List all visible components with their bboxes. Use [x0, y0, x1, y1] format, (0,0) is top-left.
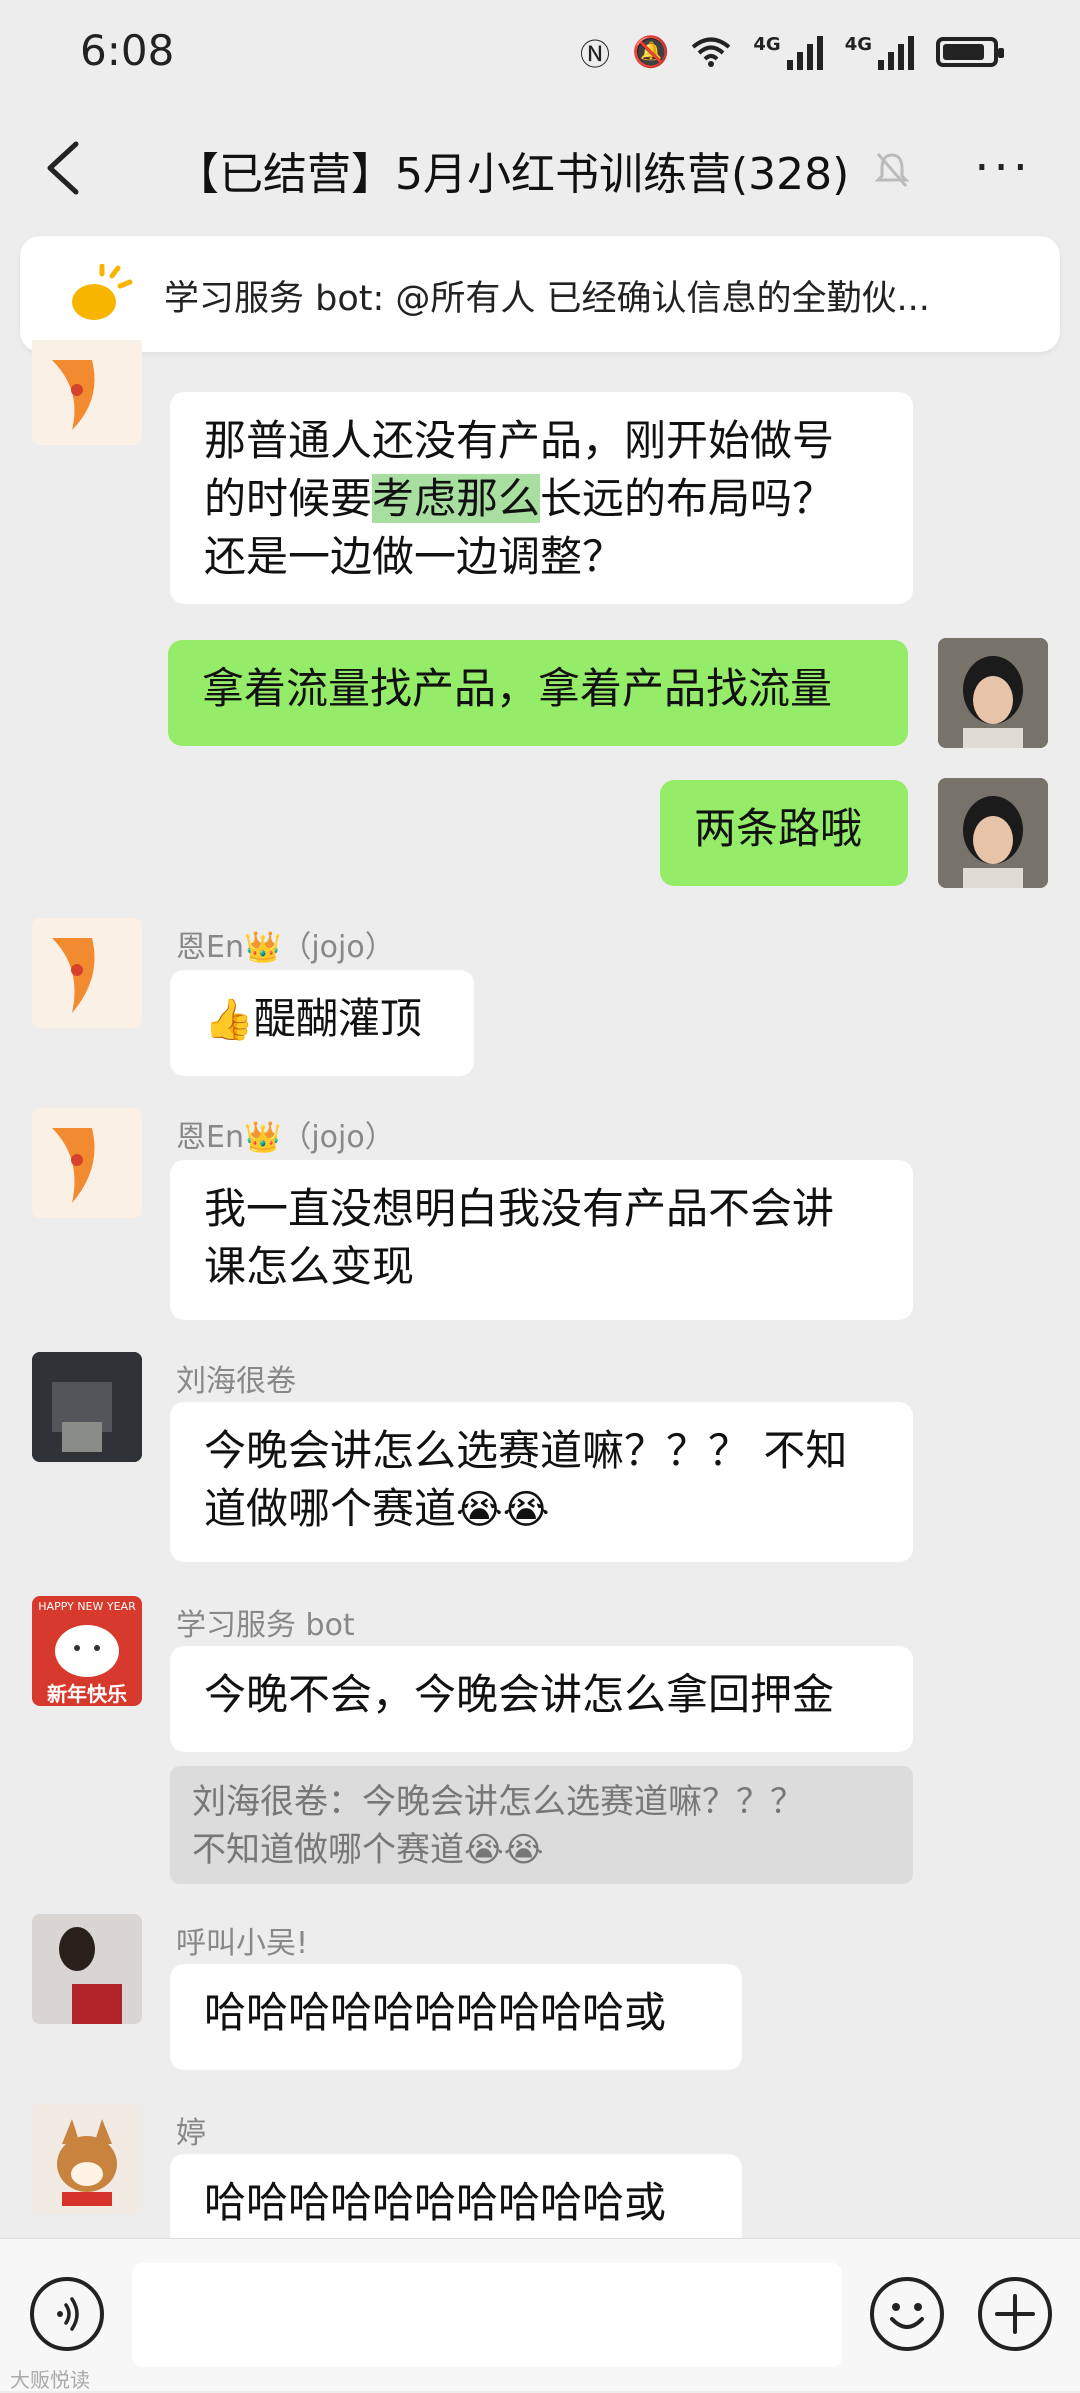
koi-fish-icon	[52, 938, 95, 1013]
thumbs-up-icon: 👍	[204, 997, 254, 1043]
quote-text-part: 不知道做哪个赛道	[192, 1830, 464, 1870]
avatar-bot[interactable]: HAPPY NEW YEAR 新年快乐	[32, 1596, 142, 1706]
network-type-1: 4G	[753, 34, 781, 55]
mute-bell-icon	[874, 153, 910, 187]
avatar-xiaowu[interactable]	[32, 1914, 142, 2024]
crying-laughing-icon: 😭😭	[456, 1487, 550, 1533]
signal-icon-1: 4G	[753, 34, 823, 70]
highlighted-text: 考虑那么	[372, 474, 541, 523]
quoted-message[interactable]: 刘海很卷：今晚会讲怎么选赛道嘛？？？ 不知道做哪个赛道😭😭	[170, 1766, 913, 1884]
photo-avatar-icon	[32, 1914, 142, 2024]
photo-avatar-icon	[32, 1352, 142, 1462]
sender-name: 刘海很卷	[176, 1364, 296, 1399]
watermark: 大贩悦读	[10, 2368, 90, 2392]
emoji-button[interactable]	[870, 2277, 944, 2351]
message-text-line: 道做哪个赛道😭😭	[204, 1480, 879, 1539]
my-avatar[interactable]	[938, 778, 1048, 888]
sender-name: 学习服务 bot	[176, 1608, 355, 1643]
message-bubble[interactable]: 那普通人还没有产品，刚开始做号 的时候要考虑那么长远的布局吗？ 还是一边做一边调…	[170, 392, 913, 604]
quote-text-line: 不知道做哪个赛道😭😭	[192, 1826, 891, 1874]
sender-name: 恩En👑（jojo）	[176, 930, 395, 965]
message-bubble[interactable]: 今晚会讲怎么选赛道嘛？？？ 不知 道做哪个赛道😭😭	[170, 1402, 913, 1562]
portrait-icon	[938, 638, 1048, 748]
more-functions-button[interactable]	[978, 2277, 1052, 2351]
message-text: 哈哈哈哈哈哈哈哈哈哈或	[204, 1988, 667, 2037]
battery-icon	[936, 37, 1004, 67]
smiley-icon	[890, 2303, 924, 2329]
koi-fish-icon	[52, 1128, 95, 1203]
voice-icon	[57, 2297, 79, 2331]
my-message-bubble[interactable]: 两条路哦	[660, 780, 908, 886]
message-text-line: 课怎么变现	[204, 1242, 415, 1291]
sender-name: 呼叫小吴!	[176, 1926, 309, 1961]
announcement-sun-icon	[72, 264, 133, 320]
status-time: 6:08	[80, 26, 175, 75]
announcement-text: 学习服务 bot: @所有人 已经确认信息的全勤伙...	[164, 279, 930, 319]
avatar-liuhai[interactable]	[32, 1352, 142, 1462]
network-type-2: 4G	[844, 34, 872, 55]
more-options-button[interactable]: ···	[974, 140, 1032, 196]
sender-name: 恩En👑（jojo）	[176, 1120, 395, 1155]
message-text: 两条路哦	[694, 804, 863, 853]
my-message-bubble[interactable]: 拿着流量找产品，拿着产品找流量	[168, 640, 908, 746]
signal-icon-2: 4G	[845, 34, 914, 70]
message-input[interactable]	[132, 2263, 842, 2367]
message-text-part: 长远的布局吗？	[540, 474, 835, 523]
message-text: 哈哈哈哈哈哈哈哈哈哈或	[204, 2178, 667, 2227]
crying-laughing-icon: 😭😭	[464, 1830, 544, 1870]
battery-fill	[943, 44, 984, 60]
back-arrow-icon[interactable]	[42, 140, 86, 196]
message-text-part: 道做哪个赛道	[204, 1484, 457, 1533]
message-text-line: 我一直没想明白我没有产品不会讲	[204, 1184, 835, 1233]
message-text-part: 的时候要	[204, 474, 373, 523]
avatar-ting[interactable]	[32, 2104, 142, 2214]
message-text-line: 那普通人还没有产品，刚开始做号	[204, 416, 835, 465]
status-bar: 6:08 Ⓝ 🔕 4G 4G	[0, 0, 1080, 110]
status-icons: Ⓝ 🔕 4G 4G	[580, 30, 1004, 74]
group-announcement[interactable]: 学习服务 bot: @所有人 已经确认信息的全勤伙...	[20, 236, 1060, 352]
message-bubble[interactable]: 👍醍醐灌顶	[170, 970, 474, 1076]
chat-header: 【已结营】5月小红书训练营(328) ···	[0, 110, 1080, 228]
new-year-text: 新年快乐	[47, 1682, 127, 1706]
sender-name: 婷	[176, 2116, 206, 2151]
koi-fish-icon	[52, 360, 95, 430]
message-text: 拿着流量找产品，拿着产品找流量	[202, 664, 833, 713]
avatar-en[interactable]	[32, 918, 142, 1028]
message-text: 今晚不会，今晚会讲怎么拿回押金	[204, 1670, 835, 1719]
message-text-line: 的时候要考虑那么长远的布局吗？	[204, 470, 879, 528]
quote-text-line: 刘海很卷：今晚会讲怎么选赛道嘛？？？	[192, 1782, 804, 1822]
input-bar	[0, 2238, 1080, 2391]
my-avatar[interactable]	[938, 638, 1048, 748]
message-text-line: 今晚会讲怎么选赛道嘛？？？ 不知	[204, 1426, 848, 1475]
avatar-en[interactable]	[32, 340, 142, 445]
message-bubble[interactable]: 哈哈哈哈哈哈哈哈哈哈或	[170, 1964, 742, 2070]
message-text-line: 还是一边做一边调整？	[204, 532, 625, 581]
voice-input-button[interactable]	[30, 2277, 104, 2351]
bell-off-icon: 🔕	[632, 34, 670, 70]
shiba-plush-icon	[32, 2104, 142, 2214]
plus-icon	[995, 2294, 1035, 2334]
message-bubble[interactable]: 今晚不会，今晚会讲怎么拿回押金	[170, 1646, 913, 1752]
message-bubble[interactable]: 我一直没想明白我没有产品不会讲 课怎么变现	[170, 1160, 913, 1320]
message-text: 醍醐灌顶	[253, 994, 422, 1043]
wifi-icon	[692, 37, 731, 67]
portrait-icon	[938, 778, 1048, 888]
avatar-en[interactable]	[32, 1108, 142, 1218]
message-bubble[interactable]: 哈哈哈哈哈哈哈哈哈哈或	[170, 2154, 742, 2238]
nfc-icon: Ⓝ	[580, 38, 611, 73]
chat-title: 【已结营】5月小红书训练营(328)	[175, 149, 850, 200]
